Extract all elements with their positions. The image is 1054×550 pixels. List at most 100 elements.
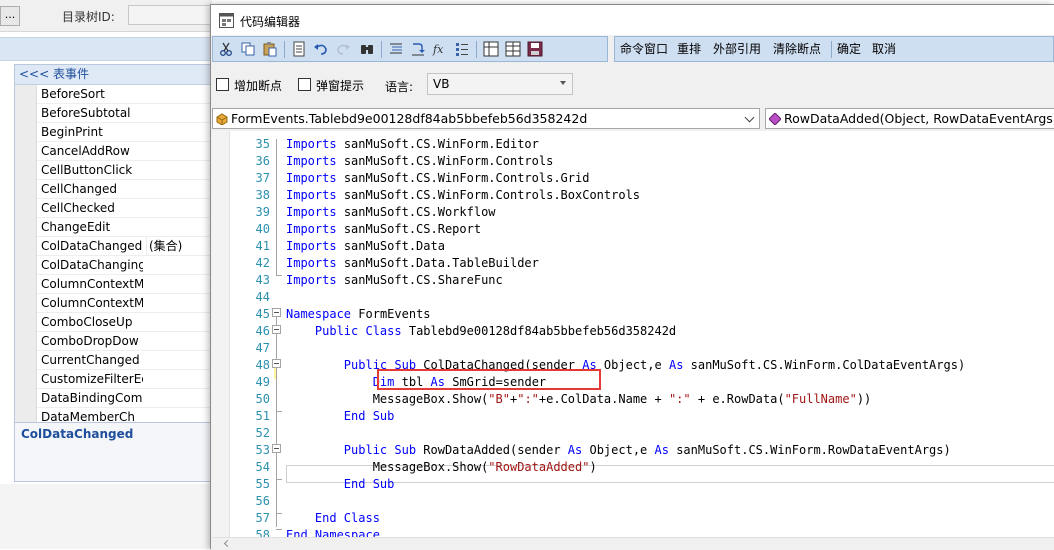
code-token: sanMuSoft.CS.WinForm.Editor (343, 137, 539, 151)
save-icon[interactable] (527, 41, 543, 57)
code-token: Object (603, 358, 648, 372)
event-row[interactable]: ColDataChanging (15, 256, 211, 275)
row-gutter (15, 237, 37, 256)
code-token: sanMuSoft.CS.WinForm.ColDataEventArgs) (683, 358, 966, 372)
keyword-token: End Namespace (286, 528, 380, 537)
event-row[interactable]: CellChanged (15, 180, 211, 199)
table-icon[interactable] (505, 41, 521, 57)
method-icon (769, 113, 781, 125)
line-number: 54 (255, 460, 270, 474)
external-references-button[interactable]: 外部引用 (713, 41, 761, 58)
event-name: ColDataChanging (41, 258, 143, 272)
keyword-token: Public Sub (343, 443, 417, 457)
string-token: "FullName" (784, 392, 857, 406)
ok-button[interactable]: 确定 (837, 41, 861, 58)
align-icon[interactable] (388, 41, 404, 57)
event-row[interactable]: CustomizeFilterEc (15, 370, 211, 389)
keyword-token: Imports (286, 154, 337, 168)
background-ribbon-bar (0, 37, 212, 61)
event-row[interactable]: ComboCloseUp (15, 313, 211, 332)
line-number: 44 (255, 290, 270, 304)
line-number: 42 (255, 256, 270, 270)
function-icon[interactable]: fx (432, 41, 448, 57)
event-row[interactable]: ColumnContextM (15, 275, 211, 294)
event-row[interactable]: ComboDropDow (15, 332, 211, 351)
title-bar[interactable]: 代码编辑器 (211, 5, 1054, 35)
string-token: ":" (517, 392, 539, 406)
event-row[interactable]: ColumnContextM (15, 294, 211, 313)
command-window-button[interactable]: 命令窗口 (620, 41, 668, 58)
row-gutter (15, 313, 37, 332)
code-text: End Sub (286, 476, 395, 493)
paste-icon[interactable] (262, 41, 278, 57)
code-line: 51 End Sub (212, 408, 1054, 425)
member-selector-value: RowDataAdded(Object, RowDataEventArgs) (784, 111, 1054, 126)
event-name: ColumnContextM (41, 296, 143, 310)
code-token: Object (589, 443, 633, 457)
document-icon[interactable] (291, 41, 307, 57)
popup-hint-checkbox[interactable] (298, 78, 311, 91)
event-row[interactable]: CurrentChanged (15, 351, 211, 370)
browse-button[interactable]: ... (0, 6, 20, 26)
indent-icon[interactable] (410, 41, 426, 57)
events-panel-header[interactable]: <<< 表事件 (15, 65, 211, 85)
string-token: ":" (668, 392, 691, 406)
event-row[interactable]: BeginPrint (15, 123, 211, 142)
annotation-highlight-box (377, 369, 601, 390)
keyword-token: Imports (286, 222, 337, 236)
code-token: sanMuSoft.CS.Report (343, 222, 482, 236)
line-number: 46 (255, 324, 270, 338)
event-row[interactable]: BeforeSubtotal (15, 104, 211, 123)
event-row[interactable]: ChangeEdit (15, 218, 211, 237)
copy-icon[interactable] (240, 41, 256, 57)
options-row: 增加断点 弹窗提示 语言: VB (211, 69, 1054, 99)
code-text: Imports sanMuSoft.CS.WinForm.Controls.Bo… (286, 187, 640, 204)
clear-breakpoints-button[interactable]: 清除断点 (773, 41, 821, 58)
rearrange-button[interactable]: 重排 (677, 41, 701, 58)
code-line: 38 Imports sanMuSoft.CS.WinForm.Controls.… (212, 187, 1054, 204)
code-token: sanMuSoft.CS.WinForm.Controls.BoxControl… (343, 188, 641, 202)
event-row[interactable]: CellButtonClick (15, 161, 211, 180)
code-token: sanMuSoft.CS.WinForm.Controls (343, 154, 554, 168)
background-bottom-area (0, 484, 212, 549)
event-row[interactable]: DataBindingComp (15, 389, 211, 408)
code-token: MessageBox.Show( (286, 392, 489, 406)
line-number: 53 (255, 443, 270, 457)
redo-icon[interactable] (335, 41, 351, 57)
cut-icon[interactable] (218, 41, 234, 57)
find-icon[interactable] (359, 41, 375, 57)
chevron-left-icon[interactable] (223, 539, 232, 548)
line-number: 36 (255, 154, 270, 168)
row-gutter (15, 389, 37, 408)
event-value[interactable]: (集合) (146, 237, 211, 256)
language-select[interactable]: VB (427, 73, 573, 95)
undo-icon[interactable] (313, 41, 329, 57)
code-token: sanMuSoft.CS.Workflow (343, 205, 496, 219)
grid-settings-icon[interactable] (483, 41, 499, 57)
code-text: End Namespace (286, 527, 380, 537)
member-selector[interactable]: RowDataAdded(Object, RowDataEventArgs) (765, 108, 1054, 129)
event-row[interactable]: CancelAddRow (15, 142, 211, 161)
horizontal-scrollbar[interactable] (212, 537, 1054, 550)
row-gutter (15, 123, 37, 142)
code-text: Namespace FormEvents (286, 306, 431, 323)
code-line: 39 Imports sanMuSoft.CS.Workflow (212, 204, 1054, 221)
class-selector[interactable]: FormEvents.Tablebd9e00128df84ab5bbefeb56… (212, 108, 760, 129)
code-text-area[interactable]: 35 Imports sanMuSoft.CS.WinForm.Editor 36 I… (212, 131, 1054, 537)
code-token: FormEvents (358, 307, 431, 321)
add-breakpoint-checkbox[interactable] (216, 78, 229, 91)
event-name: ComboCloseUp (41, 315, 133, 329)
line-number: 37 (255, 171, 270, 185)
line-number: 55 (255, 477, 270, 491)
event-row[interactable]: BeforeSort (15, 85, 211, 104)
event-row[interactable]: DataMemberCh (15, 408, 211, 422)
code-line: 48 Public Sub ColDataChanged(sender As O… (212, 357, 1054, 374)
cancel-button[interactable]: 取消 (872, 41, 896, 58)
event-row[interactable]: ColDataChanged (集合) (15, 237, 211, 256)
event-row[interactable]: CellChecked (15, 199, 211, 218)
list-icon[interactable] (454, 41, 470, 57)
row-gutter (15, 104, 37, 123)
dir-id-input[interactable] (128, 5, 212, 25)
